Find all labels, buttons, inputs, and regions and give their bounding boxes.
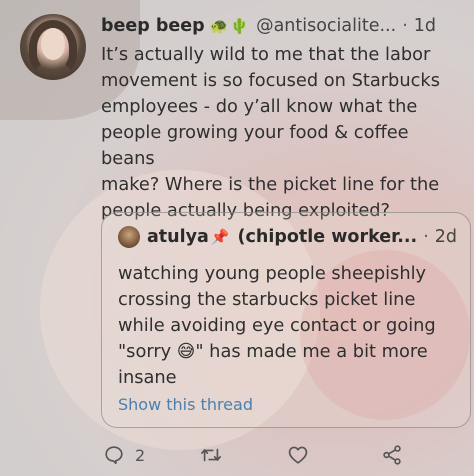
share-icon (381, 444, 403, 466)
reply-icon (103, 444, 125, 466)
reply-count: 2 (135, 445, 146, 465)
quote-tweet-card[interactable]: atulya 📌 (chipotle worker... · 2d watchi… (101, 212, 471, 428)
like-button[interactable] (287, 440, 319, 470)
separator-dot: · (402, 16, 408, 36)
tweet[interactable]: beep beep 🐢 🌵 @antisocialite... · 1d It’… (0, 0, 474, 476)
like-icon (287, 444, 309, 466)
quote-text: watching young people sheepishly crossin… (118, 263, 436, 388)
author-name[interactable]: beep beep (101, 16, 205, 36)
cactus-emoji: 🌵 (230, 17, 250, 35)
tweet-header: beep beep 🐢 🌵 @antisocialite... · 1d (101, 14, 471, 38)
retweet-button[interactable] (199, 440, 233, 470)
show-thread-link[interactable]: Show this thread (118, 395, 253, 414)
avatar-face (41, 28, 65, 60)
share-button[interactable] (381, 440, 403, 470)
tweet-text: It’s actually wild to me that the labor … (101, 44, 440, 221)
quote-author-name[interactable]: atulya (147, 227, 209, 247)
quote-separator-dot: · (423, 227, 429, 247)
avatar[interactable] (20, 14, 86, 80)
retweet-icon (199, 444, 223, 466)
pushpin-emoji: 📌 (210, 228, 230, 246)
quote-avatar[interactable] (118, 226, 140, 248)
action-bar: 2 (101, 440, 471, 470)
author-handle[interactable]: @antisocialite... (256, 16, 396, 36)
turtle-emoji: 🐢 (209, 17, 229, 35)
quote-author-display[interactable]: (chipotle worker... (238, 227, 418, 247)
timestamp[interactable]: 1d (414, 16, 436, 36)
quote-timestamp[interactable]: 2d (435, 227, 457, 247)
reply-button[interactable]: 2 (103, 440, 145, 470)
quote-header: atulya 📌 (chipotle worker... · 2d (118, 225, 460, 249)
